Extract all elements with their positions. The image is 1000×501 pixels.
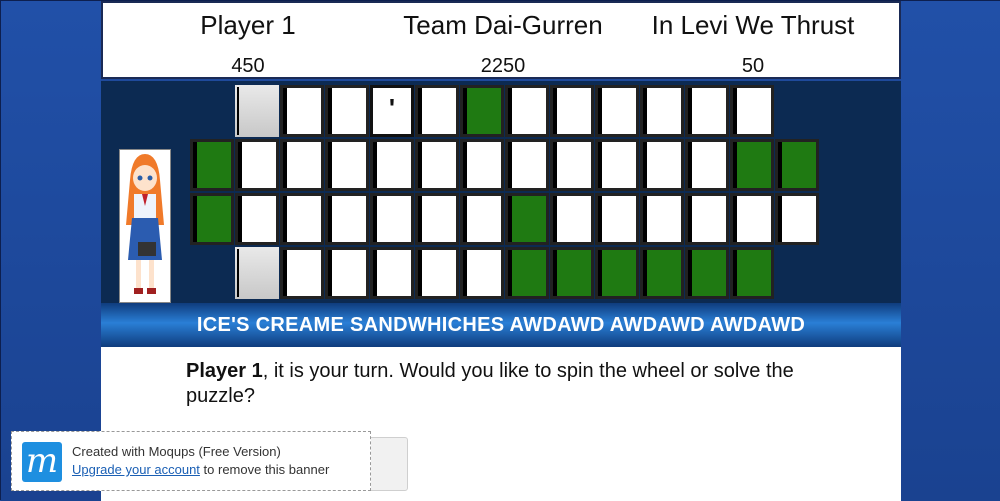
puzzle-tile — [325, 85, 369, 137]
puzzle-tile — [595, 85, 639, 137]
puzzle-tile — [505, 193, 549, 245]
banner-created-text: Created with Moqups (Free Version) — [72, 444, 281, 459]
puzzle-tile — [280, 139, 324, 191]
puzzle-tile — [325, 193, 369, 245]
puzzle-tile — [235, 85, 279, 137]
player-name: Player 1 — [200, 10, 296, 40]
player-score: 450 — [231, 55, 265, 77]
puzzle-tile: ' — [370, 85, 414, 137]
tile-letter: ' — [388, 93, 396, 123]
game-area: Player 1 450 Team Dai-Gurren 2250 In Lev… — [101, 1, 901, 501]
puzzle-tile — [595, 139, 639, 191]
puzzle-tile — [730, 193, 774, 245]
puzzle-tile — [460, 85, 504, 137]
banner-upgrade-text: Upgrade your account to remove this bann… — [72, 462, 329, 477]
puzzle-tile — [280, 85, 324, 137]
puzzle-tile — [370, 247, 414, 299]
current-player-name: Player 1 — [186, 360, 263, 382]
puzzle-tile — [550, 193, 594, 245]
player-name: Team Dai-Gurren — [403, 10, 603, 40]
puzzle-tile — [685, 85, 729, 137]
puzzle-tile — [415, 85, 459, 137]
player-score-card: In Levi We Thrust 50 — [623, 9, 883, 78]
puzzle-tile — [415, 139, 459, 191]
puzzle-tile — [775, 193, 819, 245]
moqups-logo-icon[interactable]: m — [22, 442, 62, 482]
puzzle-tile — [640, 193, 684, 245]
puzzle-tile — [460, 247, 504, 299]
puzzle-tile — [505, 139, 549, 191]
puzzle-tile — [685, 139, 729, 191]
player-name: In Levi We Thrust — [651, 10, 855, 40]
host-character-icon — [126, 154, 164, 294]
puzzle-tile — [730, 247, 774, 299]
puzzle-tile — [415, 193, 459, 245]
puzzle-tile — [280, 193, 324, 245]
puzzle-tile — [325, 247, 369, 299]
puzzle-tile — [370, 139, 414, 191]
puzzle-tile — [550, 85, 594, 137]
host-character-image — [119, 149, 171, 303]
puzzle-tile — [325, 139, 369, 191]
puzzle-tile — [235, 139, 279, 191]
puzzle-tile — [460, 139, 504, 191]
puzzle-tile — [595, 247, 639, 299]
puzzle-tile — [550, 247, 594, 299]
puzzle-tile — [235, 193, 279, 245]
puzzle-tile — [370, 193, 414, 245]
puzzle-tile — [190, 193, 234, 245]
upgrade-account-link[interactable]: Upgrade your account — [72, 462, 200, 477]
banner-remove-text: to remove this banner — [199, 462, 330, 477]
puzzle-tile — [640, 139, 684, 191]
puzzle-tile — [280, 247, 324, 299]
puzzle-tile — [685, 193, 729, 245]
puzzle-tile — [235, 247, 279, 299]
puzzle-tile — [460, 193, 504, 245]
puzzle-category-banner: ICE'S CREAME SANDWHICHES AWDAWD AWDAWD A… — [101, 303, 901, 347]
puzzle-tile — [730, 139, 774, 191]
puzzle-tile — [730, 85, 774, 137]
player-score-card: Team Dai-Gurren 2250 — [373, 9, 633, 78]
player-score: 50 — [741, 55, 765, 77]
scoreboard: Player 1 450 Team Dai-Gurren 2250 In Lev… — [101, 1, 901, 79]
puzzle-tile — [640, 247, 684, 299]
puzzle-tile — [595, 193, 639, 245]
puzzle-tile — [505, 85, 549, 137]
player-score-card: Player 1 450 — [118, 9, 378, 78]
moqups-banner: m Created with Moqups (Free Version) Upg… — [11, 431, 371, 491]
turn-prompt: , it is your turn. Would you like to spi… — [186, 360, 794, 407]
turn-message: Player 1, it is your turn. Would you lik… — [186, 359, 836, 409]
puzzle-tile — [550, 139, 594, 191]
right-side-panel — [901, 1, 1000, 501]
puzzle-tile — [190, 139, 234, 191]
player-score: 2250 — [480, 55, 526, 77]
puzzle-tile — [685, 247, 729, 299]
puzzle-tile — [775, 139, 819, 191]
puzzle-tile — [640, 85, 684, 137]
puzzle-tile — [415, 247, 459, 299]
left-side-panel — [1, 1, 101, 501]
puzzle-tile — [505, 247, 549, 299]
